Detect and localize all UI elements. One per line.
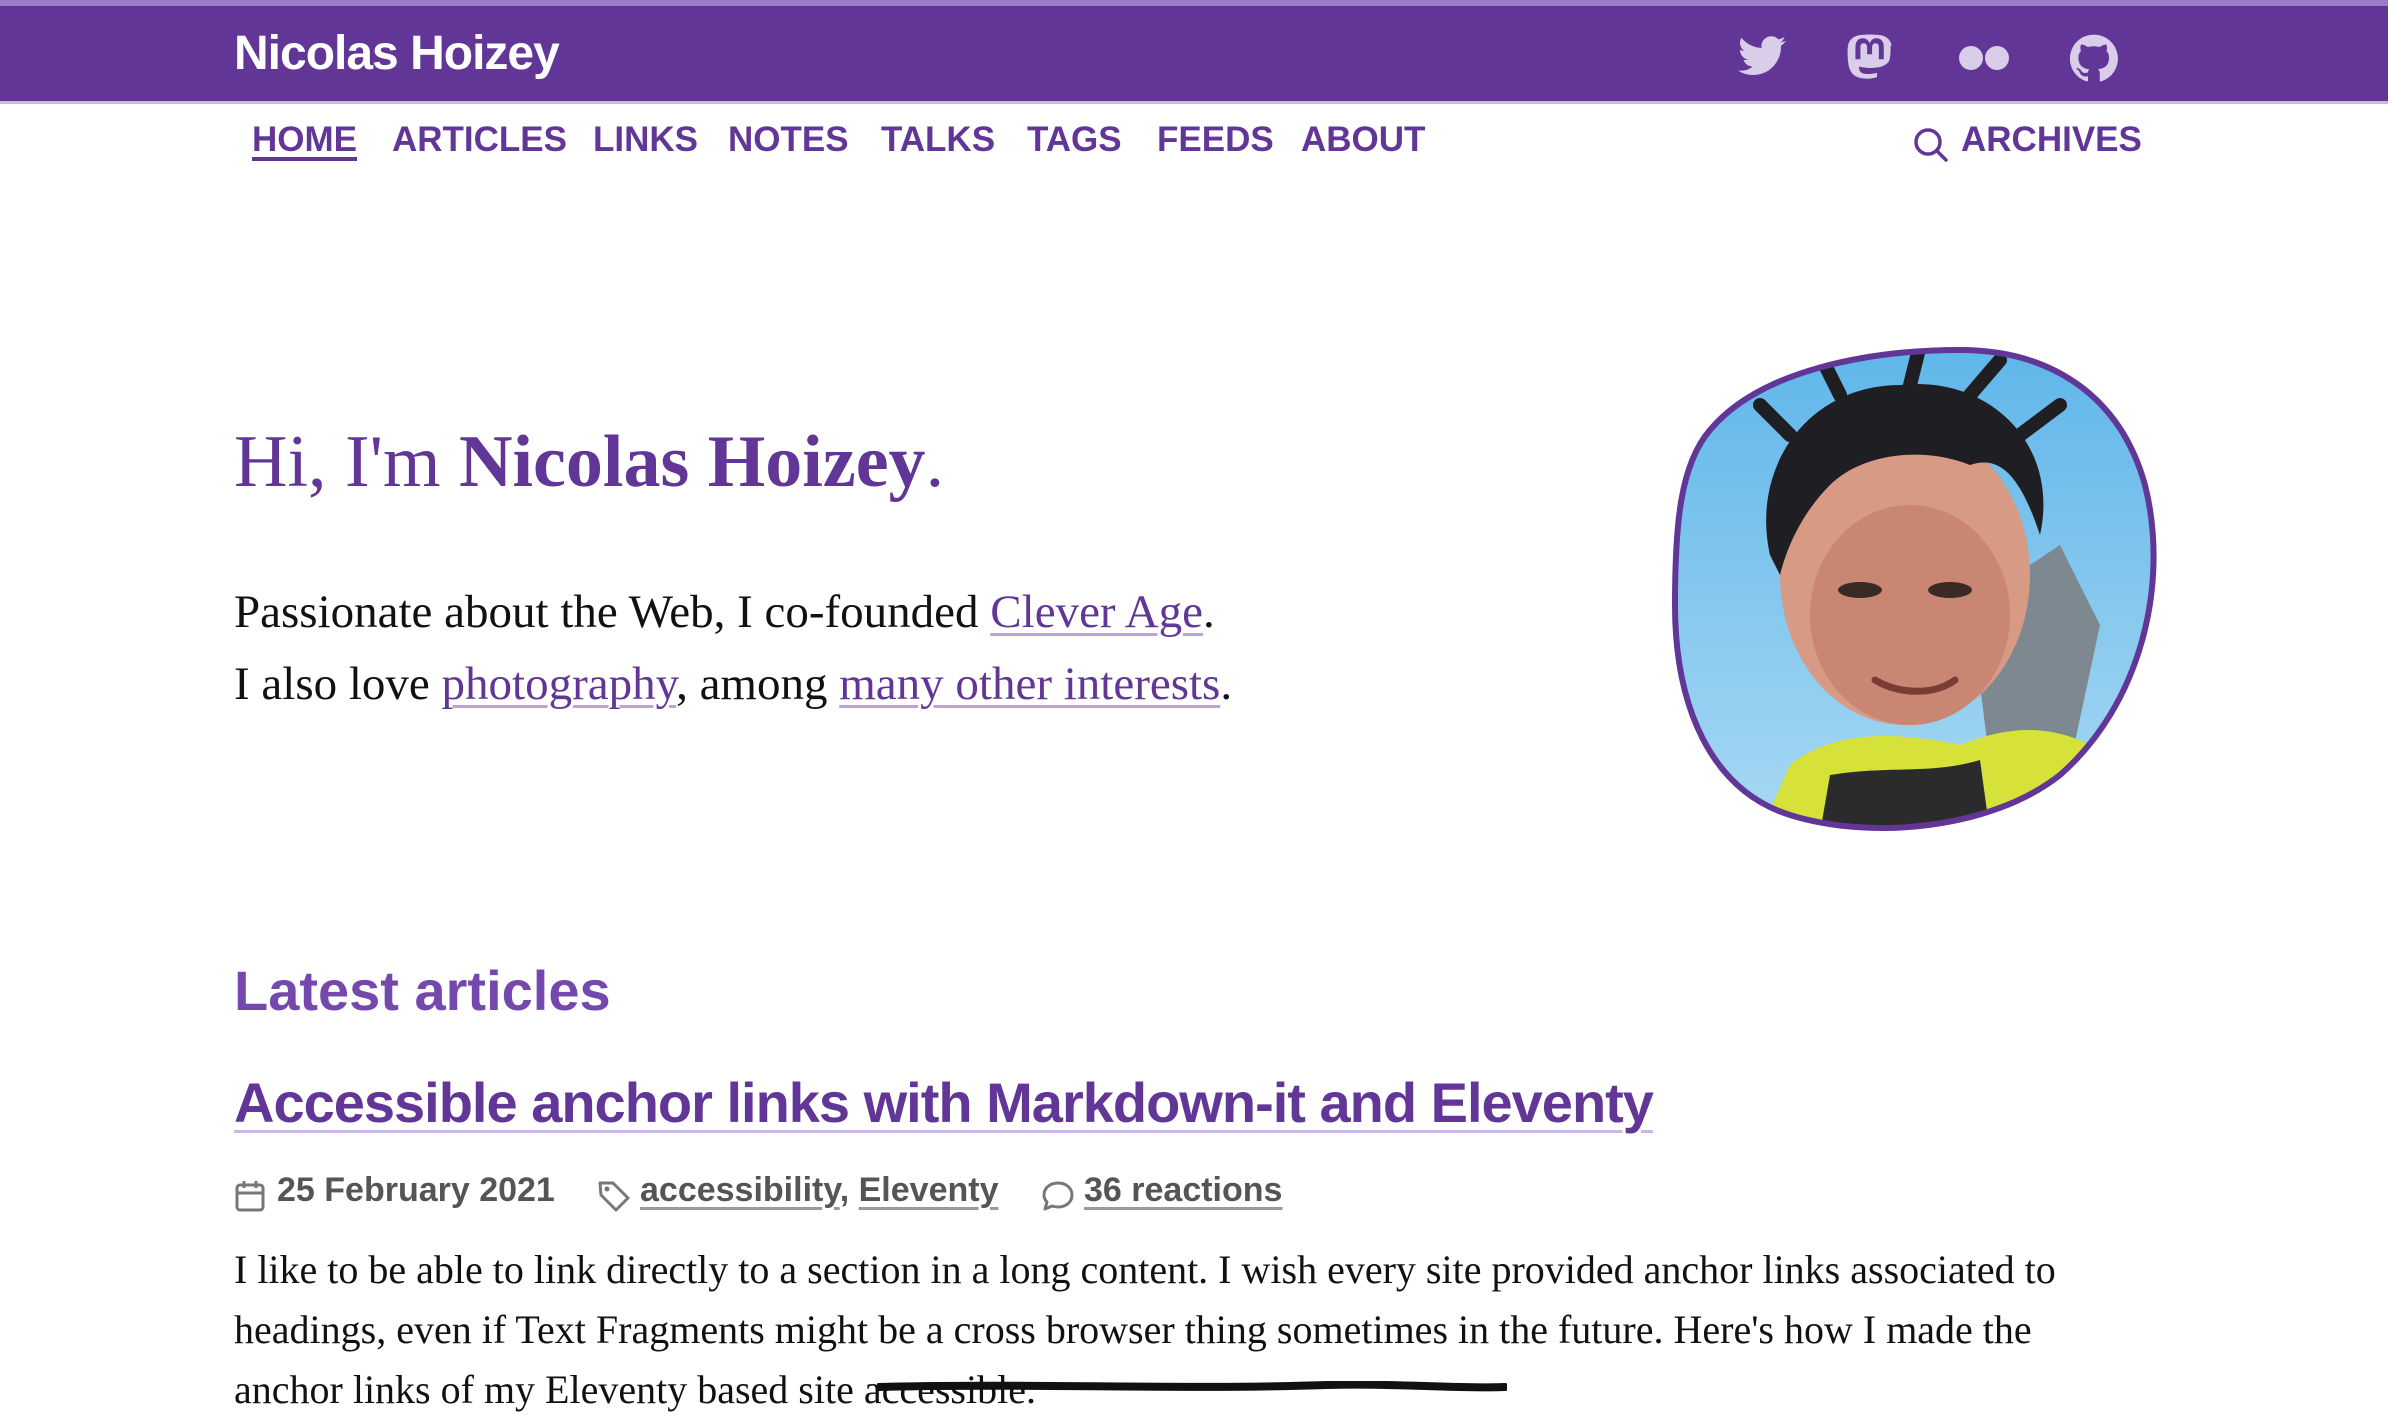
search-icon (1914, 128, 1948, 162)
intro-text-segment: Passionate about the Web, I co-founded (234, 586, 991, 638)
interests-link[interactable]: many other interests (839, 658, 1220, 710)
archives-label: ARCHIVES (1961, 120, 2142, 159)
article-title: Accessible anchor links with Markdown-it… (234, 1070, 1654, 1135)
article-date: 25 February 2021 (234, 1171, 555, 1212)
strikethrough-scribble (877, 1381, 1507, 1392)
flickr-link[interactable] (1958, 44, 2010, 72)
mastodon-icon (1847, 34, 1892, 79)
nav-item-links[interactable]: LINKS (593, 120, 698, 160)
site-header: Nicolas Hoizey (0, 0, 2388, 104)
clever-age-link[interactable]: Clever Age (990, 586, 1203, 638)
intro-text-segment: , among (676, 658, 840, 710)
intro-text-segment: . (1220, 658, 1233, 710)
photography-link[interactable]: photography (442, 658, 677, 710)
calendar-icon (235, 1181, 265, 1212)
tag-icon (598, 1181, 630, 1212)
nav-item-notes[interactable]: NOTES (728, 120, 849, 160)
tag-link-accessibility[interactable]: accessibility (640, 1171, 840, 1209)
nav-item-tags[interactable]: TAGS (1027, 120, 1122, 160)
article-tags: accessibility, Eleventy (597, 1171, 999, 1212)
hero-period: . (925, 421, 945, 503)
article-date-text: 25 February 2021 (277, 1171, 555, 1209)
nav-item-feeds[interactable]: FEEDS (1157, 120, 1274, 160)
archives-link[interactable]: ARCHIVES (1913, 120, 2142, 162)
hero-name: Nicolas Hoizey (459, 421, 926, 503)
intro-line-1: Passionate about the Web, I co-founded C… (234, 576, 1232, 648)
github-icon (2070, 34, 2118, 82)
hero-greeting: Hi, I'm (234, 421, 460, 503)
intro-line-2: I also love photography, among many othe… (234, 648, 1232, 720)
nav-item-articles[interactable]: ARTICLES (392, 120, 567, 160)
twitter-icon (1738, 36, 1786, 75)
intro-text-segment: . (1203, 586, 1215, 638)
hero-title: Hi, I'm Nicolas Hoizey. (234, 420, 944, 505)
article-title-link[interactable]: Accessible anchor links with Markdown-it… (234, 1071, 1654, 1134)
flickr-icon (1959, 46, 2009, 70)
tag-link-eleventy[interactable]: Eleventy (859, 1171, 999, 1209)
reactions-link[interactable]: 36 reactions (1084, 1171, 1282, 1209)
intro-text-segment: I also love (234, 658, 442, 710)
twitter-link[interactable] (1738, 34, 1786, 78)
article-reactions: 36 reactions (1041, 1171, 1282, 1211)
github-link[interactable] (2070, 34, 2118, 82)
latest-articles-heading: Latest articles (234, 959, 611, 1022)
comment-icon (1042, 1181, 1074, 1211)
avatar (1671, 346, 2157, 831)
nav-item-home[interactable]: HOME (252, 120, 357, 160)
tag-separator: , (839, 1171, 850, 1209)
nav-item-talks[interactable]: TALKS (881, 120, 995, 160)
article-excerpt: I like to be able to link directly to a … (234, 1247, 2056, 1412)
mastodon-link[interactable] (1847, 34, 1893, 84)
site-title[interactable]: Nicolas Hoizey (234, 26, 560, 81)
nav-item-about[interactable]: ABOUT (1301, 120, 1425, 160)
intro-text: Passionate about the Web, I co-founded C… (234, 576, 1232, 720)
